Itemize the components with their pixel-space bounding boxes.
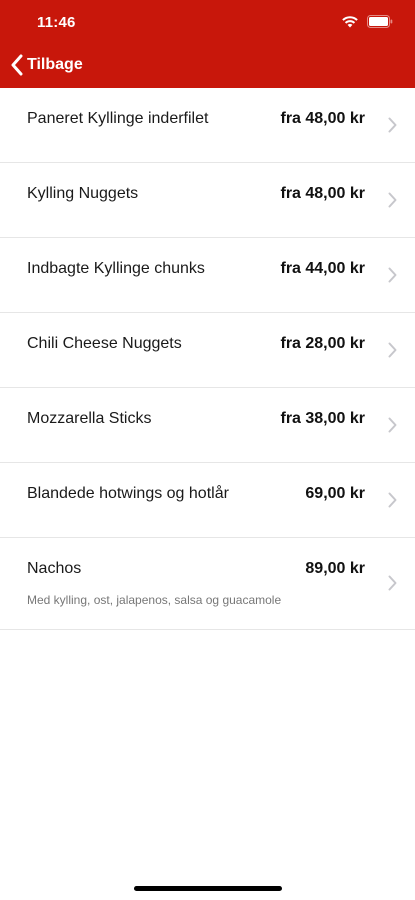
home-indicator <box>134 886 282 891</box>
menu-item-name: Blandede hotwings og hotlår <box>27 485 229 502</box>
menu-item-name: Indbagte Kyllinge chunks <box>27 260 205 277</box>
chevron-right-icon <box>388 342 397 358</box>
menu-item-price: fra 48,00 kr <box>280 185 365 202</box>
menu-item-name: Kylling Nuggets <box>27 185 139 202</box>
back-button[interactable]: Tilbage <box>10 54 83 76</box>
menu-item-name: Paneret Kyllinge inderfilet <box>27 110 209 127</box>
chevron-right-icon <box>388 117 397 133</box>
menu-item-price: fra 38,00 kr <box>280 410 365 427</box>
menu-item-name: Mozzarella Sticks <box>27 410 152 427</box>
menu-item-row[interactable]: Kylling Nuggets fra 48,00 kr <box>0 163 415 238</box>
navigation-header: 11:46 Tilbage <box>0 0 415 88</box>
chevron-right-icon <box>388 417 397 433</box>
menu-item-price: fra 28,00 kr <box>280 335 365 352</box>
back-label: Tilbage <box>27 56 83 73</box>
menu-item-price: fra 48,00 kr <box>280 110 365 127</box>
menu-item-row[interactable]: Paneret Kyllinge inderfilet fra 48,00 kr <box>0 88 415 163</box>
status-icons <box>341 15 393 28</box>
menu-item-price: 69,00 kr <box>305 485 365 502</box>
menu-item-row[interactable]: Mozzarella Sticks fra 38,00 kr <box>0 388 415 463</box>
menu-item-name: Chili Cheese Nuggets <box>27 335 182 352</box>
status-time: 11:46 <box>37 14 76 31</box>
menu-item-description: Med kylling, ost, jalapenos, salsa og gu… <box>27 593 282 607</box>
menu-item-price: fra 44,00 kr <box>280 260 365 277</box>
menu-item-name: Nachos <box>27 560 82 577</box>
menu-item-row[interactable]: Indbagte Kyllinge chunks fra 44,00 kr <box>0 238 415 313</box>
chevron-right-icon <box>388 267 397 283</box>
menu-item-price: 89,00 kr <box>305 560 365 577</box>
chevron-left-icon <box>10 54 24 76</box>
chevron-right-icon <box>388 492 397 508</box>
menu-item-list: Paneret Kyllinge inderfilet fra 48,00 kr… <box>0 88 415 630</box>
chevron-right-icon <box>388 575 397 591</box>
menu-item-row[interactable]: Nachos 89,00 kr Med kylling, ost, jalape… <box>0 538 415 630</box>
menu-item-row[interactable]: Chili Cheese Nuggets fra 28,00 kr <box>0 313 415 388</box>
chevron-right-icon <box>388 192 397 208</box>
wifi-icon <box>341 15 359 28</box>
menu-item-row[interactable]: Blandede hotwings og hotlår 69,00 kr <box>0 463 415 538</box>
battery-icon <box>367 15 393 28</box>
